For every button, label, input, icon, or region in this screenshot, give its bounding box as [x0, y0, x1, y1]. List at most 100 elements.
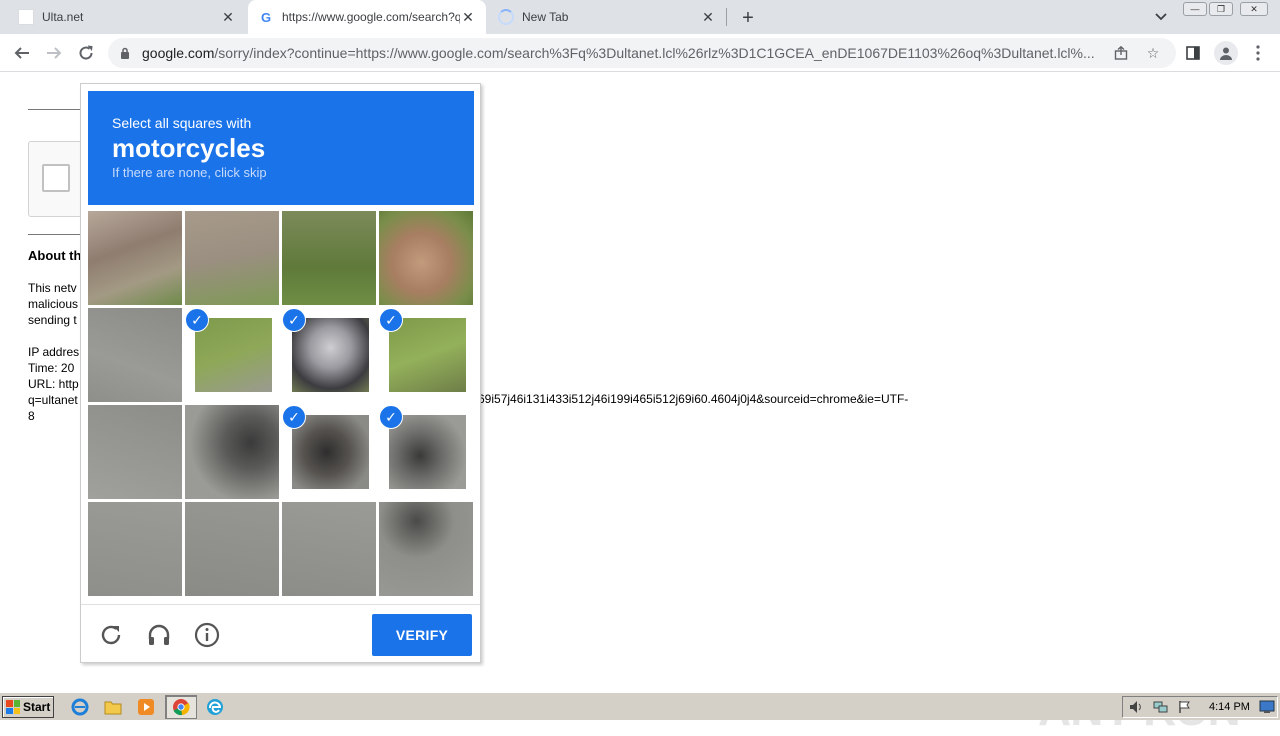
challenge-tile[interactable]: ✓ [379, 308, 473, 402]
share-icon[interactable] [1112, 44, 1130, 62]
reload-button[interactable] [73, 40, 99, 66]
challenge-tile[interactable] [88, 502, 182, 596]
url-query-tail: 69i57j46i131i433i512j46i199i465i512j69i6… [478, 392, 909, 406]
challenge-tile[interactable] [379, 502, 473, 596]
tile-image [185, 405, 279, 499]
tile-image [185, 211, 279, 305]
start-button[interactable]: Start [2, 696, 54, 718]
challenge-tile[interactable] [185, 502, 279, 596]
tab-search-chevron-icon[interactable] [1152, 8, 1170, 26]
challenge-tile[interactable]: ✓ [282, 405, 376, 499]
tab-strip: Ulta.net ✕ G https://www.google.com/sear… [0, 0, 1280, 34]
tab-title: New Tab [522, 10, 569, 24]
recaptcha-checkbox[interactable] [42, 164, 70, 192]
new-tab-button[interactable]: + [737, 7, 759, 29]
challenge-tile[interactable]: ✓ [379, 405, 473, 499]
tile-image [282, 502, 376, 596]
back-button[interactable] [9, 40, 35, 66]
forward-button[interactable] [41, 40, 67, 66]
challenge-tile[interactable]: ✓ [282, 308, 376, 402]
tile-image [88, 211, 182, 305]
page-favicon-icon [18, 9, 34, 25]
info-icon[interactable] [193, 621, 221, 649]
time-line: Time: 20 [28, 361, 75, 375]
folder-icon[interactable] [103, 697, 123, 717]
tile-image [379, 211, 473, 305]
bookmark-star-icon[interactable]: ☆ [1144, 44, 1162, 62]
verify-button[interactable]: VERIFY [372, 614, 472, 656]
challenge-instruction: Select all squares with [112, 115, 252, 131]
ip-address-line: IP addres [28, 345, 80, 359]
tile-image [379, 502, 473, 596]
system-tray: 4:14 PM [1122, 696, 1278, 718]
google-favicon-icon: G [260, 9, 272, 25]
tile-selected-check-icon: ✓ [185, 308, 209, 332]
start-label: Start [23, 700, 51, 714]
restore-button[interactable]: ❐ [1209, 2, 1233, 16]
challenge-tile[interactable] [88, 308, 182, 402]
media-player-icon[interactable] [136, 697, 156, 717]
profile-avatar-icon[interactable] [1214, 41, 1238, 65]
challenge-tile[interactable] [282, 211, 376, 305]
internet-explorer-icon[interactable] [70, 697, 90, 717]
divider [28, 109, 88, 110]
challenge-tile[interactable]: ✓ [185, 308, 279, 402]
tab-new-tab[interactable]: New Tab ✕ [488, 0, 726, 34]
close-icon[interactable]: ✕ [460, 9, 476, 25]
show-desktop-icon[interactable] [1257, 697, 1277, 717]
challenge-object: motorcycles [112, 133, 266, 163]
tile-image [185, 502, 279, 596]
challenge-tile[interactable] [379, 211, 473, 305]
close-window-button[interactable]: ✕ [1240, 2, 1268, 16]
challenge-tile[interactable] [282, 502, 376, 596]
browser-toolbar: google.com/sorry/index?continue=https://… [0, 34, 1280, 72]
address-bar[interactable]: google.com/sorry/index?continue=https://… [108, 38, 1176, 68]
taskbar-clock: 4:14 PM [1209, 701, 1250, 713]
tile-selected-check-icon: ✓ [379, 308, 403, 332]
windows-taskbar: Start 4:14 PM [0, 692, 1280, 720]
action-center-flag-icon[interactable] [1175, 697, 1195, 717]
kebab-menu-icon[interactable] [1245, 40, 1271, 66]
tile-image [88, 405, 182, 499]
tile-selected-check-icon: ✓ [282, 308, 306, 332]
tab-divider [726, 8, 727, 26]
tab-google-search[interactable]: G https://www.google.com/search?q= ✕ [248, 0, 486, 34]
minimize-button[interactable]: — [1183, 2, 1207, 16]
challenge-image-grid: ✓ ✓ ✓ ✓ ✓ [88, 211, 474, 597]
body-text-line: sending t [28, 313, 77, 327]
challenge-tile[interactable] [88, 211, 182, 305]
chrome-taskbar-button[interactable] [165, 695, 197, 719]
url-end-line: 8 [28, 409, 35, 423]
tile-image [292, 415, 369, 489]
challenge-tile[interactable] [185, 405, 279, 499]
tab-ulta[interactable]: Ulta.net ✕ [8, 0, 246, 34]
body-text-line: This netv [28, 281, 77, 295]
about-heading: About th [28, 248, 82, 263]
reload-challenge-icon[interactable] [97, 621, 125, 649]
challenge-tile[interactable] [185, 211, 279, 305]
tab-title: https://www.google.com/search?q= [282, 10, 460, 24]
recaptcha-challenge-dialog: Select all squares with motorcycles If t… [80, 83, 481, 663]
challenge-footer: VERIFY [81, 604, 480, 662]
edge-icon[interactable] [205, 697, 225, 717]
loading-spinner-icon [498, 9, 514, 25]
url-line: URL: http [28, 377, 79, 391]
close-icon[interactable]: ✕ [700, 9, 716, 25]
lock-icon[interactable] [118, 46, 132, 60]
volume-icon[interactable] [1127, 697, 1147, 717]
url-text: google.com/sorry/index?continue=https://… [142, 45, 1095, 61]
tile-selected-check-icon: ✓ [379, 405, 403, 429]
side-panel-icon[interactable] [1180, 40, 1206, 66]
tile-image [88, 502, 182, 596]
challenge-tile[interactable] [88, 405, 182, 499]
tile-image [195, 318, 272, 392]
body-text-line: malicious [28, 297, 79, 311]
tab-title: Ulta.net [42, 10, 84, 24]
headphones-audio-icon[interactable] [145, 621, 173, 649]
tile-image [88, 308, 182, 402]
network-icon[interactable] [1151, 697, 1171, 717]
close-icon[interactable]: ✕ [220, 9, 236, 25]
tile-image [389, 415, 466, 489]
recaptcha-anchor-box [28, 141, 88, 217]
tile-image [389, 318, 466, 392]
